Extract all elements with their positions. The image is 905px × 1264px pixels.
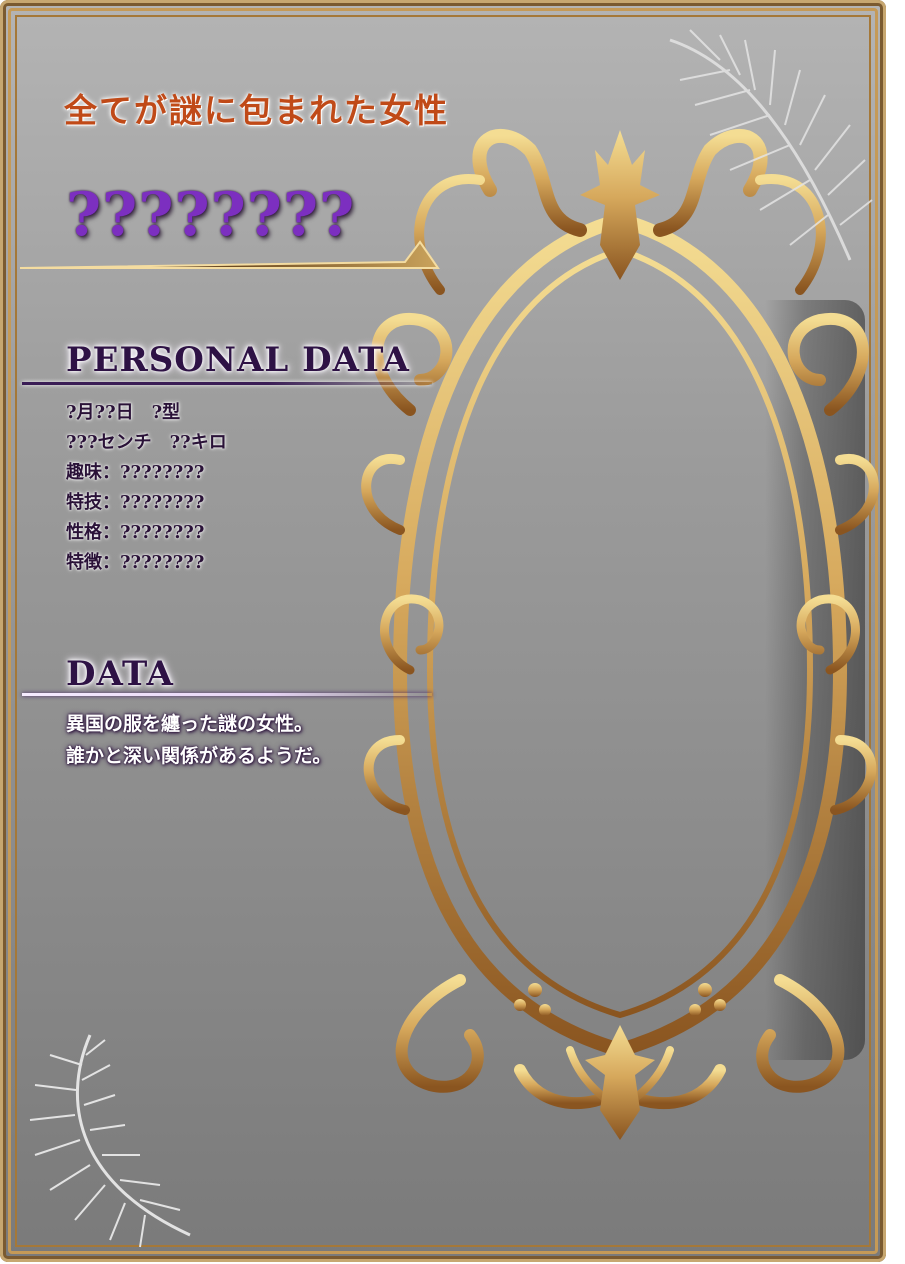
- character-subtitle: 全てが謎に包まれた女性: [64, 91, 449, 130]
- feather-icon: [669, 29, 873, 261]
- data-heading: DATA: [66, 654, 174, 694]
- personal-data-heading: PERSONAL DATA: [66, 340, 410, 380]
- profile-card: 全てが謎に包まれた女性 ???????? PERSONAL DATA ?月??日…: [0, 0, 886, 1262]
- personal-data-divider: [22, 382, 432, 385]
- description-line: 誰かと深い関係があるようだ。: [66, 745, 332, 767]
- height-weight: ???センチ ??キロ: [66, 432, 227, 453]
- description-line: 異国の服を纏った謎の女性。: [66, 713, 314, 735]
- feature: 特徴：????????: [66, 552, 205, 573]
- feather-icon: [29, 1034, 191, 1248]
- name-underline: [20, 240, 440, 269]
- hobby: 趣味：????????: [66, 462, 205, 483]
- description-list: 異国の服を纏った謎の女性。 誰かと深い関係があるようだ。: [66, 708, 331, 772]
- personal-data-list: ?月??日 ?型 ???センチ ??キロ 趣味：???????? 特技：????…: [66, 398, 227, 578]
- data-divider: [22, 693, 432, 696]
- birthday-bloodtype: ?月??日 ?型: [66, 402, 181, 423]
- skill: 特技：????????: [66, 492, 205, 513]
- personality: 性格：????????: [66, 522, 205, 543]
